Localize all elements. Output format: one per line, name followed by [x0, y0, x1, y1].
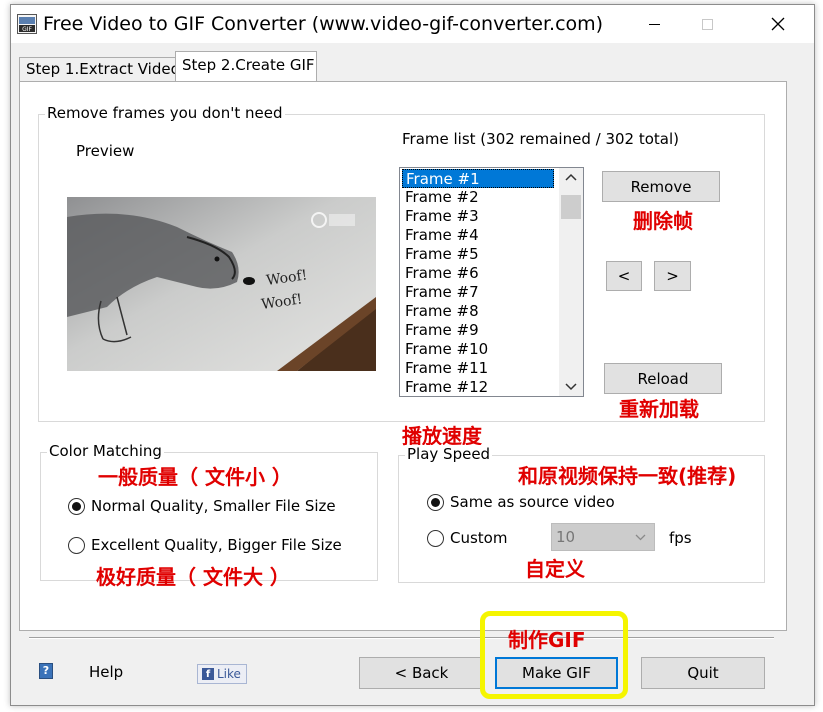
annotation-remove-frame: 删除帧: [633, 209, 693, 233]
color-matching-group: Color Matching 一般质量（ 文件小 ） Normal Qualit…: [40, 442, 378, 589]
remove-button[interactable]: Remove: [602, 171, 720, 202]
create-gif-panel: Remove frames you don't need Preview Woo…: [19, 81, 787, 631]
frame-list-item[interactable]: Frame #8: [402, 302, 560, 321]
reload-button[interactable]: Reload: [604, 363, 722, 394]
help-icon[interactable]: ?: [39, 663, 53, 679]
frame-list-item[interactable]: Frame #12: [402, 378, 560, 396]
back-button[interactable]: < Back: [359, 657, 484, 689]
custom-fps-value: 10: [556, 528, 576, 546]
same-as-source-label[interactable]: Same as source video: [450, 493, 615, 511]
tab-create-gif[interactable]: Step 2.Create GIF: [175, 51, 317, 81]
like-label: Like: [217, 667, 241, 681]
frame-list-scrollbar[interactable]: [559, 168, 583, 396]
bottom-divider-highlight: [29, 638, 774, 639]
frame-list[interactable]: Frame #1 Frame #2 Frame #3 Frame #4 Frame #5…: [399, 167, 584, 397]
window-title: Free Video to GIF Converter (www.video-g…: [43, 13, 604, 35]
normal-quality-radio[interactable]: [68, 498, 85, 515]
remove-frames-group: Remove frames you don't need Preview Woo…: [38, 104, 765, 422]
chevron-down-icon: [635, 534, 646, 541]
frame-list-item[interactable]: Frame #9: [402, 321, 560, 340]
frame-list-item[interactable]: Frame #5: [402, 245, 560, 264]
scroll-thumb[interactable]: [561, 195, 581, 219]
gif-app-icon: GIF: [17, 14, 37, 34]
annotation-reload: 重新加载: [619, 397, 699, 421]
title-bar: GIF Free Video to GIF Converter (www.vid…: [11, 5, 814, 43]
frame-list-item[interactable]: Frame #3: [402, 207, 560, 226]
excellent-quality-radio[interactable]: [68, 537, 85, 554]
play-speed-group: Play Speed 和原视频保持一致(推荐) Same as source v…: [398, 445, 765, 583]
normal-quality-label[interactable]: Normal Quality, Smaller File Size: [91, 497, 336, 515]
maximize-button[interactable]: [684, 5, 730, 43]
frame-list-label: Frame list (302 remained / 302 total): [402, 130, 679, 148]
annotation-make-gif: 制作GIF: [508, 628, 586, 652]
annotation-custom: 自定义: [525, 557, 585, 581]
prev-frame-button[interactable]: <: [606, 261, 642, 291]
annotation-same-as-source: 和原视频保持一致(推荐): [518, 464, 737, 488]
scroll-up-icon[interactable]: [559, 168, 583, 186]
fps-unit-label: fps: [669, 529, 692, 547]
frame-list-item[interactable]: Frame #10: [402, 340, 560, 359]
facebook-like-button[interactable]: f Like: [197, 664, 247, 684]
close-button[interactable]: [755, 5, 801, 43]
minimize-button[interactable]: [631, 5, 677, 43]
frame-list-item[interactable]: Frame #2: [402, 188, 560, 207]
next-frame-button[interactable]: >: [654, 261, 691, 291]
excellent-quality-label[interactable]: Excellent Quality, Bigger File Size: [91, 536, 342, 554]
quit-button[interactable]: Quit: [641, 657, 765, 689]
maximize-icon: [701, 18, 713, 30]
preview-label: Preview: [76, 142, 135, 160]
frame-list-item[interactable]: Frame #11: [402, 359, 560, 378]
scroll-down-icon[interactable]: [559, 378, 583, 396]
close-icon: [771, 17, 785, 31]
custom-speed-radio[interactable]: [427, 530, 444, 547]
preview-image: Woof! Woof!: [67, 197, 376, 371]
svg-text:GIF: GIF: [22, 26, 32, 33]
color-matching-label: Color Matching: [47, 442, 164, 460]
frame-list-item[interactable]: Frame #6: [402, 264, 560, 283]
same-as-source-radio[interactable]: [427, 494, 444, 511]
app-window: GIF Free Video to GIF Converter (www.vid…: [10, 4, 815, 706]
frame-list-item[interactable]: Frame #1: [402, 169, 554, 188]
frame-list-item[interactable]: Frame #7: [402, 283, 560, 302]
annotation-normal-quality: 一般质量（ 文件小 ）: [98, 465, 292, 489]
play-speed-label: Play Speed: [405, 445, 493, 463]
remove-frames-label: Remove frames you don't need: [45, 104, 285, 122]
facebook-icon: f: [202, 668, 214, 680]
custom-speed-label[interactable]: Custom: [450, 529, 507, 547]
frame-list-item[interactable]: Frame #4: [402, 226, 560, 245]
custom-fps-select[interactable]: 10: [551, 523, 655, 551]
tab-extract-video[interactable]: Step 1.Extract Video: [19, 57, 180, 81]
make-gif-button[interactable]: Make GIF: [495, 657, 618, 689]
help-link[interactable]: Help: [89, 663, 123, 681]
minimize-icon: [648, 23, 660, 25]
annotation-excellent-quality: 极好质量（ 文件大 ）: [96, 565, 290, 589]
